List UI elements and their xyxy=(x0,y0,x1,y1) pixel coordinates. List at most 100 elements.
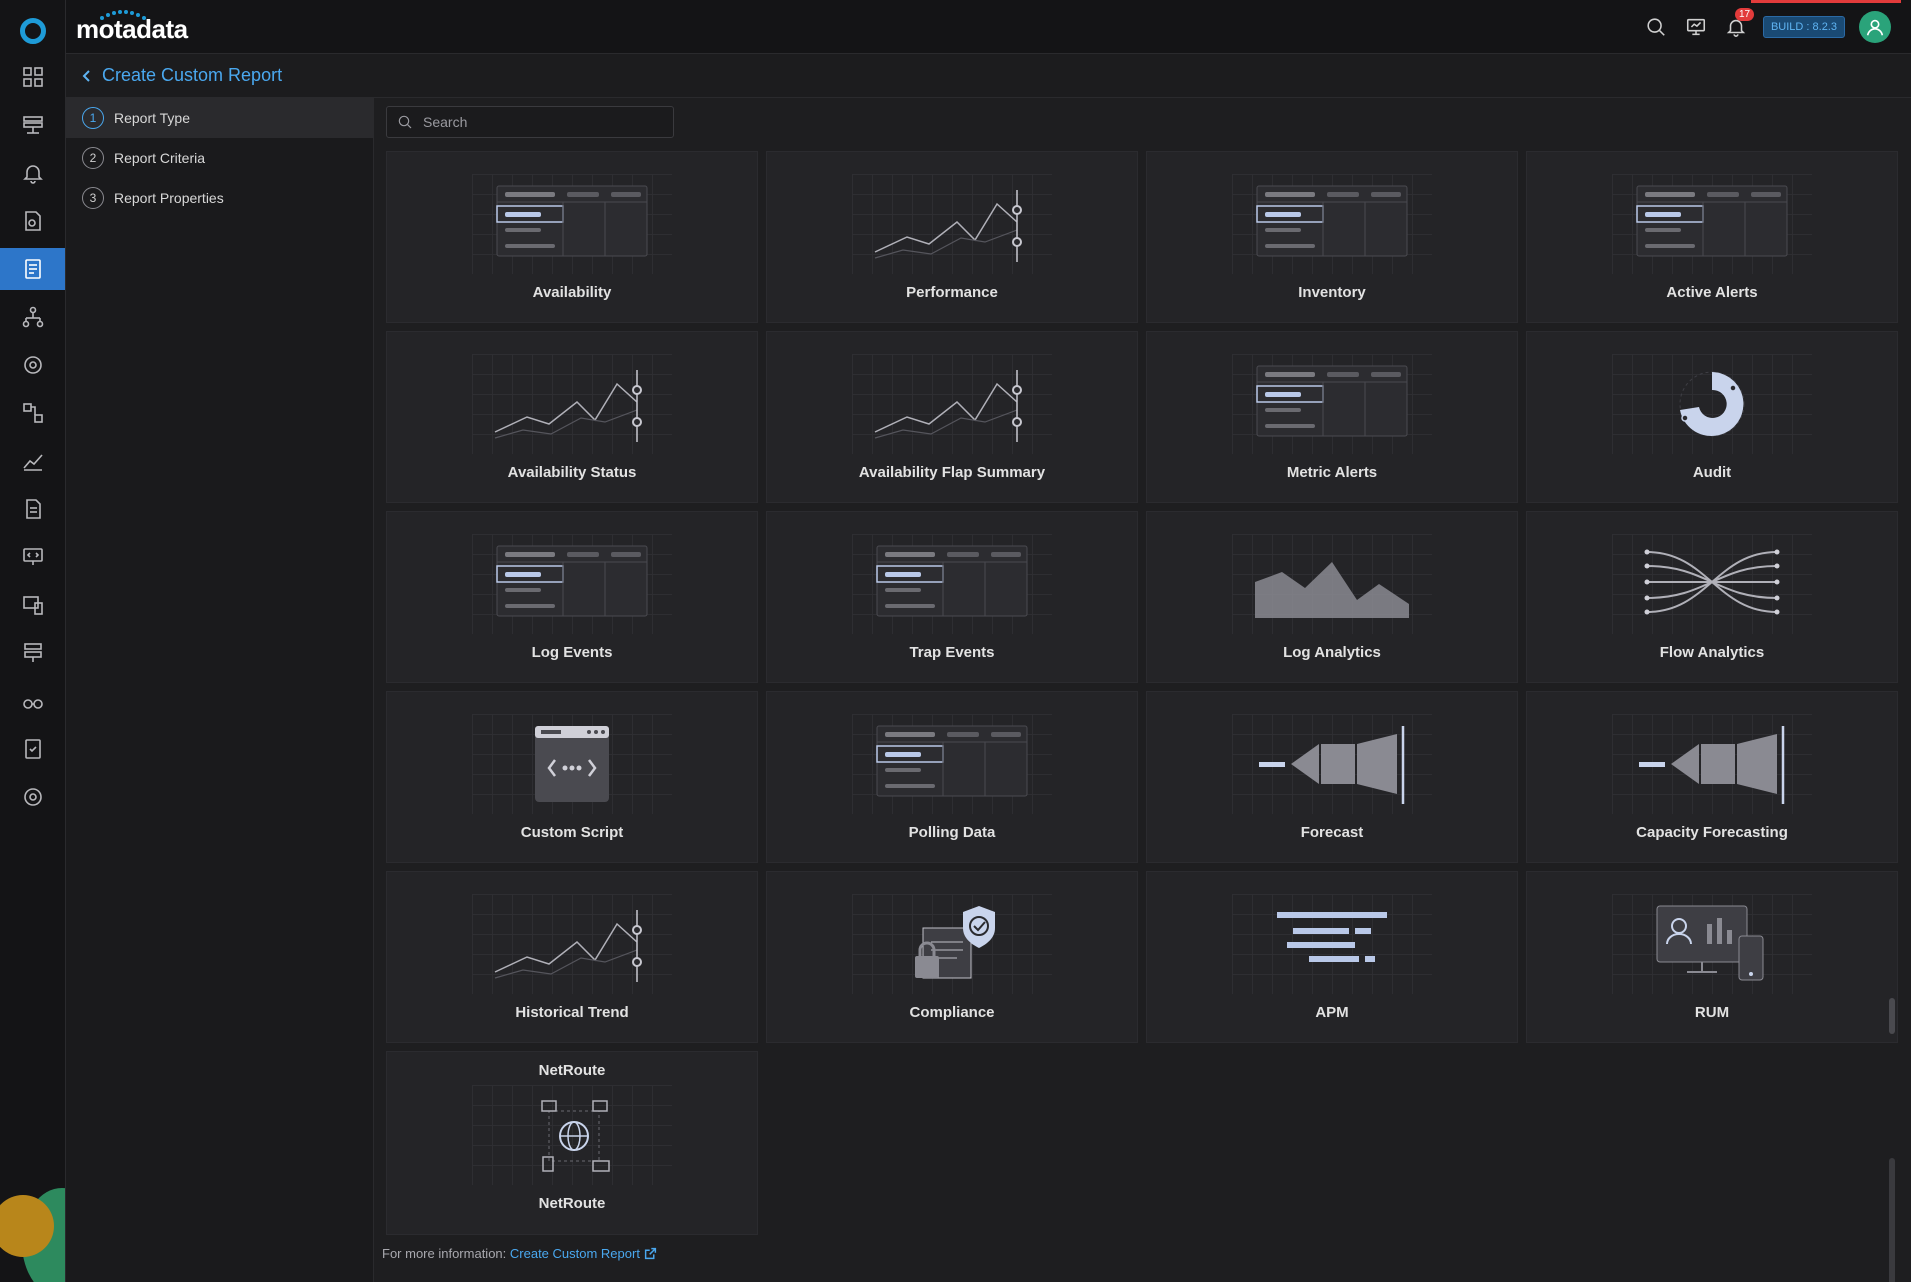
report-type-card-historical-trend[interactable]: Historical Trend xyxy=(386,871,758,1043)
rail-item-apm[interactable] xyxy=(0,536,65,578)
rail-item-reports[interactable] xyxy=(0,248,65,290)
notification-bell-icon[interactable]: 17 xyxy=(1723,8,1755,40)
report-type-label: RUM xyxy=(1694,1004,1730,1021)
report-type-label: Trap Events xyxy=(909,644,995,661)
report-type-card-capacity-forecasting[interactable]: Capacity Forecasting xyxy=(1526,691,1898,863)
apm-illustration-icon xyxy=(1232,894,1432,994)
report-type-top-label: NetRoute xyxy=(538,1062,606,1079)
step-number: 1 xyxy=(82,107,104,129)
report-type-card-log-events[interactable]: Log Events xyxy=(386,511,758,683)
page-header: Create Custom Report xyxy=(66,54,1911,98)
reports-icon xyxy=(25,259,41,279)
report-type-card-availability[interactable]: Availability xyxy=(386,151,758,323)
dashboard-icon xyxy=(23,67,43,87)
report-type-card-availability-status[interactable]: Availability Status xyxy=(386,331,758,503)
rail-item-topology[interactable] xyxy=(0,296,65,338)
script-illustration-icon xyxy=(472,714,672,814)
report-type-card-flow-analytics[interactable]: Flow Analytics xyxy=(1526,511,1898,683)
report-type-card-custom-script[interactable]: Custom Script xyxy=(386,691,758,863)
apm-icon xyxy=(23,548,43,565)
table-illustration-icon xyxy=(1232,174,1432,274)
rum-illustration-icon xyxy=(1612,894,1812,994)
step-number: 3 xyxy=(82,187,104,209)
footer-prefix: For more information: xyxy=(382,1246,507,1261)
report-type-card-log-analytics[interactable]: Log Analytics xyxy=(1146,511,1518,683)
report-type-label: Active Alerts xyxy=(1666,284,1758,301)
search-icon[interactable] xyxy=(1643,14,1669,40)
rail-item-flow[interactable] xyxy=(0,392,65,434)
icon-rail xyxy=(0,0,66,1282)
monitor-icon xyxy=(23,116,43,134)
forecast-illustration-icon xyxy=(1232,714,1432,814)
rail-item-policy[interactable] xyxy=(0,200,65,242)
step-report-criteria[interactable]: 2 Report Criteria xyxy=(66,138,373,178)
compliance-icon xyxy=(25,739,41,759)
table-illustration-icon xyxy=(472,534,672,634)
line-illustration-icon xyxy=(852,354,1052,454)
table-illustration-icon xyxy=(1232,354,1432,454)
wizard-steps: 1 Report Type 2 Report Criteria 3 Report… xyxy=(66,98,374,1282)
forecast-illustration-icon xyxy=(1612,714,1812,814)
report-type-label: Polling Data xyxy=(908,824,996,841)
report-type-card-performance[interactable]: Performance xyxy=(766,151,1138,323)
rail-item-devices[interactable] xyxy=(0,584,65,626)
discovery-icon xyxy=(24,356,42,374)
compliance-illustration-icon xyxy=(852,894,1052,994)
report-type-card-netroute[interactable]: NetRoute NetRoute xyxy=(386,1051,758,1235)
rail-item-settings[interactable] xyxy=(0,776,65,818)
monitor-presentation-icon[interactable] xyxy=(1683,14,1709,40)
app-root: motadata 17 BUILD : 8.2.3 Create Custom … xyxy=(0,0,1911,1282)
top-actions: 17 BUILD : 8.2.3 xyxy=(1643,0,1891,54)
rail-item-network[interactable] xyxy=(0,632,65,674)
report-type-label: Forecast xyxy=(1300,824,1364,841)
scrollbar-track[interactable] xyxy=(1889,1158,1895,1282)
report-type-card-forecast[interactable]: Forecast xyxy=(1146,691,1518,863)
report-type-card-trap-events[interactable]: Trap Events xyxy=(766,511,1138,683)
report-type-card-availability-flap-summary[interactable]: Availability Flap Summary xyxy=(766,331,1138,503)
rail-item-compliance[interactable] xyxy=(0,728,65,770)
app-logo-icon[interactable] xyxy=(20,18,46,44)
report-type-label: Custom Script xyxy=(520,824,624,841)
report-type-card-inventory[interactable]: Inventory xyxy=(1146,151,1518,323)
footer-info: For more information: Create Custom Repo… xyxy=(382,1246,657,1261)
topology-icon xyxy=(22,306,44,328)
step-number: 2 xyxy=(82,147,104,169)
step-label: Report Properties xyxy=(114,190,224,206)
report-type-card-audit[interactable]: Audit xyxy=(1526,331,1898,503)
rail-item-dashboard[interactable] xyxy=(0,56,65,98)
rail-item-discovery[interactable] xyxy=(0,344,65,386)
report-type-card-rum[interactable]: RUM xyxy=(1526,871,1898,1043)
back-button[interactable] xyxy=(72,61,102,91)
rail-item-monitor[interactable] xyxy=(0,104,65,146)
search-input[interactable] xyxy=(423,114,663,130)
report-type-label: Availability Status xyxy=(507,464,637,481)
user-avatar[interactable] xyxy=(1859,11,1891,43)
rail-item-alert-bell[interactable] xyxy=(0,152,65,194)
scrollbar-thumb[interactable] xyxy=(1889,998,1895,1034)
report-type-label: Performance xyxy=(906,284,998,301)
settings-icon xyxy=(24,788,42,806)
brand-name[interactable]: motadata xyxy=(76,14,188,45)
report-type-card-active-alerts[interactable]: Active Alerts xyxy=(1526,151,1898,323)
donut-illustration-icon xyxy=(1612,354,1812,454)
rail-item-trend[interactable] xyxy=(0,440,65,482)
search-box xyxy=(386,106,674,138)
report-type-label: Inventory xyxy=(1298,284,1366,301)
step-label: Report Type xyxy=(114,110,191,126)
report-type-label: Flow Analytics xyxy=(1659,644,1765,661)
report-type-card-apm[interactable]: APM xyxy=(1146,871,1518,1043)
report-type-card-polling-data[interactable]: Polling Data xyxy=(766,691,1138,863)
line-illustration-icon xyxy=(472,354,672,454)
top-bar: motadata 17 BUILD : 8.2.3 xyxy=(66,0,1911,54)
help-link[interactable]: Create Custom Report xyxy=(510,1246,657,1261)
trend-icon xyxy=(23,454,43,471)
step-report-type[interactable]: 1 Report Type xyxy=(66,98,373,138)
step-report-properties[interactable]: 3 Report Properties xyxy=(66,178,373,218)
rail-item-explore[interactable] xyxy=(0,680,65,722)
report-type-card-compliance[interactable]: Compliance xyxy=(766,871,1138,1043)
help-link-label: Create Custom Report xyxy=(509,1246,640,1261)
report-type-card-metric-alerts[interactable]: Metric Alerts xyxy=(1146,331,1518,503)
netroute-illustration-icon xyxy=(472,1085,672,1185)
chevron-left-icon xyxy=(82,69,90,82)
rail-item-log[interactable] xyxy=(0,488,65,530)
